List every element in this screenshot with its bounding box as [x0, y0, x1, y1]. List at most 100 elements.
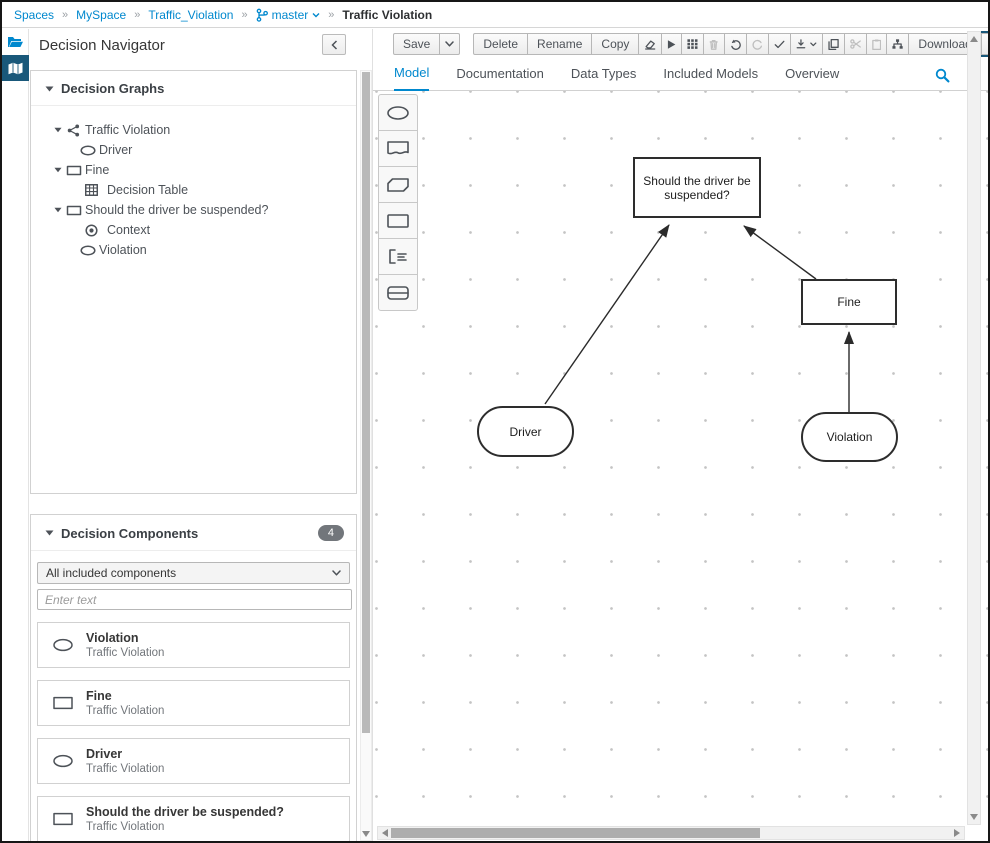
latest-version-dropdown[interactable]: Latest Version — [981, 33, 990, 55]
input-node-violation[interactable]: Violation — [801, 412, 898, 462]
layout-button[interactable] — [681, 33, 704, 55]
scroll-right-arrow[interactable] — [954, 829, 960, 837]
component-name: Should the driver be suspended? — [86, 805, 284, 820]
tree-item-fine[interactable]: Fine — [37, 160, 352, 180]
editor-tabs: Model Documentation Data Types Included … — [373, 61, 988, 91]
breadcrumb-myspace[interactable]: MySpace — [76, 8, 126, 22]
diagram-canvas[interactable]: Should the driver be suspended? Fine Dri… — [373, 91, 988, 841]
tree-item-decision-table[interactable]: Decision Table — [37, 180, 352, 200]
tree-item-label: Fine — [85, 163, 109, 177]
tab-documentation[interactable]: Documentation — [456, 66, 543, 90]
breadcrumb: Spaces » MySpace » Traffic_Violation » m… — [2, 2, 988, 28]
tree-item-traffic-violation[interactable]: Traffic Violation — [37, 120, 352, 140]
components-search-input[interactable] — [37, 589, 352, 610]
decision-components-header[interactable]: Decision Components 4 — [31, 515, 356, 551]
navigator-scrollbar[interactable] — [360, 70, 372, 841]
canvas-vertical-scrollbar[interactable] — [967, 31, 981, 825]
clear-button[interactable] — [638, 33, 662, 55]
tree-item-context[interactable]: Context — [37, 220, 352, 240]
edge-driver-to-decision[interactable] — [545, 225, 669, 404]
tree-item-label: Decision Table — [107, 183, 188, 197]
scrollbar-thumb[interactable] — [391, 828, 760, 838]
oval-node-icon — [80, 245, 96, 256]
breadcrumb-project[interactable]: Traffic_Violation — [148, 8, 233, 22]
oval-node-icon — [52, 754, 74, 768]
undo-button[interactable] — [724, 33, 747, 55]
decision-graphs-header[interactable]: Decision Graphs — [31, 71, 356, 106]
tab-model[interactable]: Model — [394, 65, 429, 91]
tab-overview[interactable]: Overview — [785, 66, 839, 90]
tab-included-models[interactable]: Included Models — [663, 66, 758, 90]
component-name: Violation — [86, 631, 164, 646]
components-filter-dropdown[interactable]: All included components — [37, 562, 350, 584]
chevron-down-icon — [332, 570, 341, 576]
scroll-down-arrow[interactable] — [362, 831, 370, 837]
tree-item-label: Context — [107, 223, 150, 237]
decision-components-title: Decision Components — [61, 526, 198, 541]
breadcrumb-spaces[interactable]: Spaces — [14, 8, 54, 22]
delete-selection-button[interactable] — [703, 33, 724, 55]
branch-selector[interactable]: master — [256, 8, 321, 22]
edge-fine-to-decision[interactable] — [744, 226, 816, 279]
scroll-down-arrow[interactable] — [970, 814, 978, 820]
scrollbar-thumb[interactable] — [362, 72, 370, 733]
copy-selection-button[interactable] — [822, 33, 845, 55]
component-card-fine[interactable]: Fine Traffic Violation — [37, 680, 350, 726]
component-card-violation[interactable]: Violation Traffic Violation — [37, 622, 350, 668]
breadcrumb-current-asset: Traffic Violation — [342, 8, 432, 22]
collapse-panel-button[interactable] — [322, 34, 346, 55]
decision-graphs-title: Decision Graphs — [61, 81, 164, 96]
paste-icon — [872, 38, 881, 51]
code-branch-icon — [256, 8, 268, 22]
decision-node-should-driver-be-suspended[interactable]: Should the driver be suspended? — [633, 157, 761, 218]
rect-node-icon — [52, 696, 74, 710]
component-card-driver[interactable]: Driver Traffic Violation — [37, 738, 350, 784]
delete-button[interactable]: Delete — [473, 33, 528, 55]
rename-button[interactable]: Rename — [527, 33, 592, 55]
folder-open-icon — [7, 35, 24, 49]
component-origin: Traffic Violation — [86, 646, 164, 660]
application-window: Spaces » MySpace » Traffic_Violation » m… — [0, 0, 990, 843]
breadcrumb-separator: » — [328, 9, 334, 21]
decision-node-fine[interactable]: Fine — [801, 279, 897, 325]
copy-button[interactable]: Copy — [591, 33, 639, 55]
component-card-should-driver-suspended[interactable]: Should the driver be suspended? Traffic … — [37, 796, 350, 842]
components-count-badge: 4 — [318, 525, 344, 541]
decision-navigator-dock-button[interactable] — [2, 55, 29, 81]
redo-button[interactable] — [746, 33, 769, 55]
run-button[interactable] — [661, 33, 682, 55]
scroll-up-arrow[interactable] — [970, 36, 978, 42]
input-node-driver[interactable]: Driver — [477, 406, 574, 457]
component-name: Driver — [86, 747, 164, 762]
migrate-button[interactable] — [886, 33, 909, 55]
sitemap-icon — [892, 38, 903, 50]
redo-icon — [752, 38, 763, 51]
rect-node-icon — [66, 205, 82, 216]
decision-table-icon — [85, 184, 98, 196]
chevron-down-icon — [810, 42, 817, 47]
scroll-left-arrow[interactable] — [382, 829, 388, 837]
duplicate-icon — [828, 38, 839, 51]
export-menu-button[interactable] — [790, 33, 823, 55]
cut-button[interactable] — [844, 33, 867, 55]
tree-item-label: Driver — [99, 143, 132, 157]
tab-data-types[interactable]: Data Types — [571, 66, 637, 90]
tree-item-driver[interactable]: Driver — [37, 140, 352, 160]
map-icon — [8, 62, 23, 75]
graph-icon — [67, 124, 80, 137]
tree-item-should-driver-suspended[interactable]: Should the driver be suspended? — [37, 200, 352, 220]
project-explorer-dock-button[interactable] — [2, 29, 29, 55]
canvas-horizontal-scrollbar[interactable] — [377, 826, 965, 840]
context-icon — [85, 224, 98, 237]
decision-graphs-tree: Traffic Violation Driver Fine Decis — [31, 106, 356, 264]
save-button[interactable]: Save — [393, 33, 440, 55]
validate-button[interactable] — [768, 33, 791, 55]
search-button[interactable] — [935, 68, 950, 83]
caret-down-icon — [54, 207, 62, 213]
caret-down-icon — [54, 167, 62, 173]
tree-item-violation[interactable]: Violation — [37, 240, 352, 260]
node-label: Violation — [827, 430, 873, 444]
paste-button[interactable] — [866, 33, 887, 55]
save-menu-button[interactable] — [439, 33, 460, 55]
eraser-icon — [644, 38, 656, 51]
